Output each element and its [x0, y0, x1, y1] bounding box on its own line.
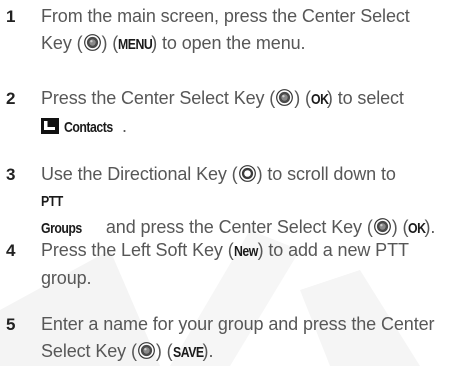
- center-select-key-icon: [83, 34, 101, 51]
- step-line: Press the Center Select Key ( ) (OK) to s…: [41, 85, 466, 113]
- step-text-part: .: [122, 116, 127, 136]
- step-text-part: Press the Center Select Key (: [41, 88, 276, 108]
- step-text-part: ) to add a new PTT: [257, 240, 409, 260]
- step-text-part: ) (: [155, 341, 173, 361]
- center-select-key-icon: [373, 218, 391, 235]
- step-number: 2: [6, 89, 16, 108]
- step-text-part: ) to open the menu.: [151, 33, 306, 53]
- step-text-part: ) to select: [326, 88, 404, 108]
- step-text-part: Key (: [41, 33, 83, 53]
- step-text-part: ) (: [101, 33, 119, 53]
- ok-key-label: OK: [310, 91, 329, 108]
- step-text: From the main screen, press the Center S…: [41, 3, 466, 58]
- step-number: 3: [6, 165, 16, 184]
- ptt-groups-label: PTT Groups: [41, 193, 82, 237]
- step-number: 4: [6, 241, 16, 260]
- new-key-label: New: [233, 243, 258, 260]
- step-text-part: group.: [41, 268, 92, 288]
- step-line: Key ( ) (MENU) to open the menu.: [41, 30, 466, 58]
- step-text-part: ).: [424, 217, 436, 237]
- step-line: Contacts.: [41, 113, 466, 141]
- step-text-part: Enter a name for your group and press th…: [41, 314, 435, 334]
- step-text: Use the Directional Key ( ) to scroll dow…: [41, 161, 466, 242]
- step-text: Press the Center Select Key ( ) (OK) to s…: [41, 85, 466, 141]
- step-text-part: ) to scroll down to: [256, 164, 396, 184]
- step-text-part: Press the Left Soft Key (: [41, 240, 234, 260]
- step-text-part: ) (: [391, 217, 409, 237]
- step-line: Select Key ( ) (SAVE).: [41, 338, 466, 366]
- step-number: 1: [6, 7, 16, 26]
- step-text-part: ).: [202, 341, 214, 361]
- step-number: 5: [6, 315, 16, 334]
- center-select-key-icon: [137, 342, 155, 359]
- step-text-part: Select Key (: [41, 341, 137, 361]
- step-line: From the main screen, press the Center S…: [41, 3, 466, 30]
- step-text-part: Use the Directional Key (: [41, 164, 238, 184]
- step-line: Use the Directional Key ( ) to scroll dow…: [41, 161, 466, 188]
- step-line: Press the Left Soft Key (New) to add a n…: [41, 237, 466, 265]
- directional-key-icon: [238, 165, 256, 182]
- step-text: Press the Left Soft Key (New) to add a n…: [41, 237, 466, 292]
- step-text: Enter a name for your group and press th…: [41, 311, 466, 366]
- step-text-part: and press the Center Select Key (: [101, 217, 373, 237]
- step-line: Enter a name for your group and press th…: [41, 311, 466, 338]
- contacts-label: Contacts: [64, 119, 113, 136]
- contacts-icon: [41, 118, 59, 134]
- step-text-part: ) (: [294, 88, 311, 108]
- step-line: group.: [41, 265, 466, 292]
- menu-key-label: MENU: [118, 36, 153, 53]
- center-select-key-icon: [276, 89, 294, 106]
- save-key-label: SAVE: [172, 344, 204, 361]
- step-line: PTT Groups and press the Center Select K…: [41, 188, 466, 242]
- step-text-part: From the main screen, press the Center S…: [41, 6, 410, 26]
